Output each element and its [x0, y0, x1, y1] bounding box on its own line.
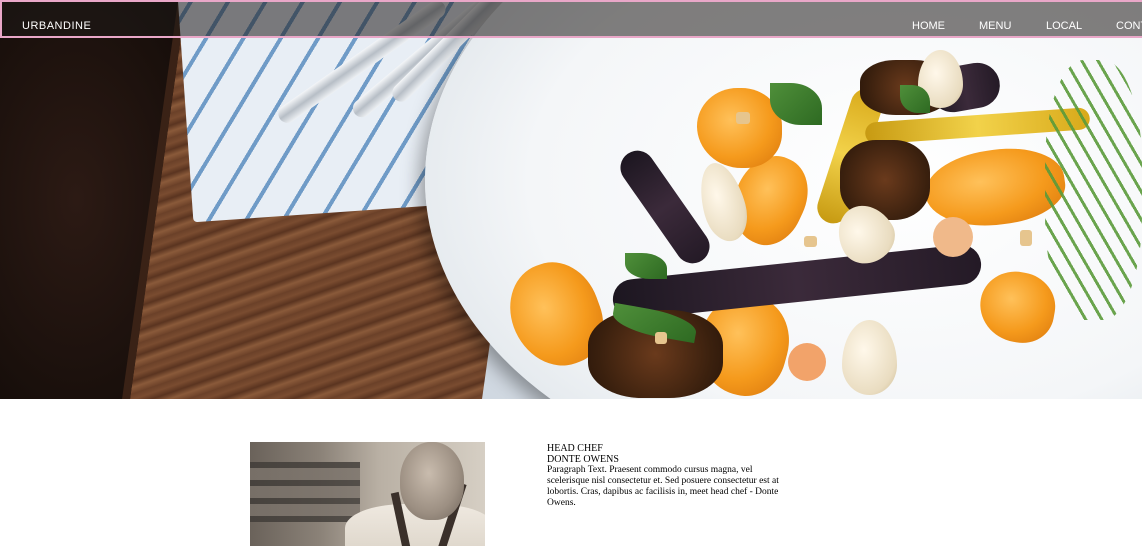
nut — [736, 112, 750, 124]
nav-home-link[interactable]: HOME — [912, 20, 945, 32]
chef-head — [400, 442, 464, 520]
top-navbar: URBANDINE HOME MENU LOCAL CONT — [0, 0, 1142, 38]
carrot-top-greens — [1045, 60, 1142, 320]
nut — [933, 217, 973, 257]
nut — [1020, 230, 1032, 246]
chef-info: HEAD CHEF DONTE OWENS Paragraph Text. Pr… — [547, 443, 792, 509]
nav-menu-link[interactable]: MENU — [979, 20, 1011, 32]
nav-contact-link[interactable]: CONT — [1116, 20, 1142, 32]
chef-bio-paragraph: Paragraph Text. Praesent commodo cursus … — [547, 465, 779, 508]
nut — [788, 343, 826, 381]
nut — [655, 332, 667, 344]
brand-logo-text[interactable]: URBANDINE — [22, 20, 91, 32]
chef-name: DONTE OWENS — [547, 454, 619, 465]
chef-title: HEAD CHEF — [547, 443, 603, 454]
hero-food-image — [0, 0, 1142, 399]
nut — [804, 236, 817, 247]
kitchen-shelf — [250, 462, 360, 522]
chef-photo — [250, 442, 485, 546]
nav-local-link[interactable]: LOCAL — [1046, 20, 1082, 32]
